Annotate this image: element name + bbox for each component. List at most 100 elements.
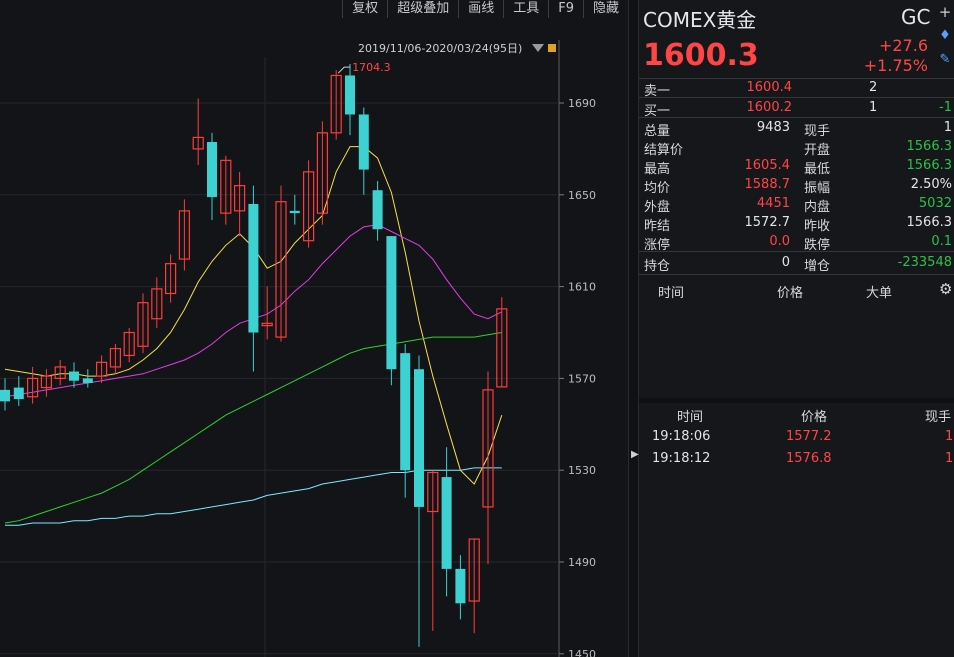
stat-label: 均价 [644, 181, 671, 196]
trade-row: 19:18:12 1576.8 1 [639, 450, 954, 469]
stat-label: 总量 [644, 124, 671, 139]
candle-body [82, 378, 93, 383]
divider-line [639, 251, 954, 252]
trade-time: 19:18:12 [652, 451, 711, 466]
stats-row: 结算价 开盘 1566.3 [639, 138, 954, 158]
price-change: +27.6 [878, 36, 928, 55]
section-separator [639, 398, 954, 403]
stat-label: 昨结 [644, 219, 671, 234]
hold-value: 0 [781, 255, 790, 270]
max-price-label: 1704.3 [352, 61, 391, 74]
buy-qty: 1 [869, 100, 878, 115]
stat-label: 结算价 [644, 143, 684, 158]
stat-label: 内盘 [804, 200, 831, 215]
stat-value: 1588.7 [744, 177, 791, 192]
toolbar-draw-line[interactable]: 画线 [458, 0, 503, 18]
hold-row: 持仓 0 增仓 -233548 [639, 254, 954, 274]
price-change-pct: +1.75% [863, 56, 928, 75]
candle-body [13, 387, 24, 400]
collapse-arrow-icon[interactable]: ▶ [631, 449, 639, 460]
add-icon[interactable]: + [937, 4, 953, 20]
stats-row: 最高 1605.4 最低 1566.3 [639, 157, 954, 177]
edit-icon[interactable]: ✎ [937, 52, 953, 68]
toolbar-f9[interactable]: F9 [548, 0, 583, 18]
incr-label: 增仓 [804, 259, 831, 274]
trades-header-price: 价格 [801, 410, 828, 425]
stat-label: 昨收 [804, 219, 831, 234]
sell-qty: 2 [869, 80, 878, 95]
stat-value: 1572.7 [744, 215, 791, 230]
stat-label: 现手 [804, 124, 831, 139]
incr-value: -233548 [897, 255, 952, 270]
quote-panel: COMEX黄金 GC + ♦ ✎ 1600.3 +27.6 +1.75% 卖一 … [639, 0, 954, 657]
symbol-name: COMEX黄金 [643, 8, 757, 32]
candle-body [345, 75, 355, 115]
toolbar-restore-rights[interactable]: 复权 [342, 0, 387, 18]
candle-body [0, 389, 10, 402]
stat-value: 1566.3 [906, 158, 953, 173]
candle-body [441, 477, 452, 569]
stat-value: 1605.4 [744, 158, 791, 173]
bell-icon[interactable]: ♦ [937, 28, 953, 44]
trade-price: 1576.8 [786, 451, 832, 466]
last-price: 1600.3 [643, 38, 759, 73]
stat-value: 1566.3 [906, 139, 953, 154]
stat-label: 振幅 [804, 181, 831, 196]
trade-qty: 1 [945, 451, 954, 466]
candle-body [289, 210, 300, 214]
ticks-header-big: 大单 [866, 286, 893, 301]
ticks-header-time: 时间 [658, 286, 685, 301]
trades-header-qty: 现手 [925, 410, 952, 425]
divider-line [639, 274, 954, 275]
stats-row: 涨停 0.0 跌停 0.1 [639, 233, 954, 253]
dropdown-arrow-icon [532, 44, 544, 52]
candle-body [455, 568, 466, 604]
candle-body [358, 114, 369, 170]
y-tick-label: 1690 [568, 97, 596, 110]
ticks-header-price: 价格 [777, 286, 804, 301]
candle-body [414, 369, 424, 507]
toolbar-hide[interactable]: 隐藏 [582, 0, 628, 18]
candle-body [372, 190, 383, 230]
panel-divider[interactable]: ▶ [628, 0, 639, 657]
candle-body [400, 353, 411, 471]
y-tick-label: 1650 [568, 189, 596, 202]
trade-time: 19:18:06 [652, 429, 711, 444]
divider-line [639, 97, 954, 98]
stats-row: 昨结 1572.7 昨收 1566.3 [639, 214, 954, 234]
stat-value: 1 [943, 120, 952, 135]
lock-icon [548, 44, 556, 52]
stat-value: 9483 [756, 120, 790, 135]
stat-value: 5032 [918, 196, 952, 211]
y-tick-label: 1490 [568, 556, 596, 569]
toolbar-super-overlay[interactable]: 超级叠加 [387, 0, 458, 18]
sell-price: 1600.4 [746, 80, 793, 95]
y-tick-label: 1610 [568, 281, 596, 294]
candle-body [207, 142, 217, 198]
date-range-label: 2019/11/06-2020/03/24(95日) [358, 42, 522, 55]
stat-value: 2.50% [910, 177, 952, 192]
trades-header-time: 时间 [677, 410, 704, 425]
toolbar-tools[interactable]: 工具 [503, 0, 548, 18]
y-tick-label: 1570 [568, 372, 596, 385]
trade-qty: 1 [945, 429, 954, 444]
candle-body [69, 371, 79, 381]
buy-change: -1 [939, 100, 952, 115]
y-tick-label: 1530 [568, 464, 596, 477]
trade-row: 19:18:06 1577.2 1 [639, 428, 954, 447]
gear-icon[interactable]: ⚙ [939, 280, 952, 298]
chart-toolbar: 复权 超级叠加 画线 工具 F9 隐藏 [0, 0, 628, 18]
buy-price: 1600.2 [746, 100, 793, 115]
stat-value: 4451 [756, 196, 790, 211]
order-book-buy: 买一 1600.2 1 -1 [639, 99, 954, 119]
symbol-code: GC [901, 5, 931, 29]
order-book-sell: 卖一 1600.4 2 [639, 79, 954, 99]
y-tick-label: 1450 [568, 648, 596, 657]
stat-value: 0.1 [931, 234, 952, 249]
stats-row: 均价 1588.7 振幅 2.50% [639, 176, 954, 196]
kline-chart-area[interactable]: 1690 1650 1610 1570 1530 1490 1450 2019/11/06-2… [0, 0, 628, 657]
stats-row: 总量 9483 现手 1 [639, 119, 954, 139]
stat-value: 0.0 [769, 234, 790, 249]
kline-chart[interactable]: 1690 1650 1610 1570 1530 1490 1450 2019/11/06-2… [0, 0, 628, 657]
stat-value: 1566.3 [906, 215, 953, 230]
